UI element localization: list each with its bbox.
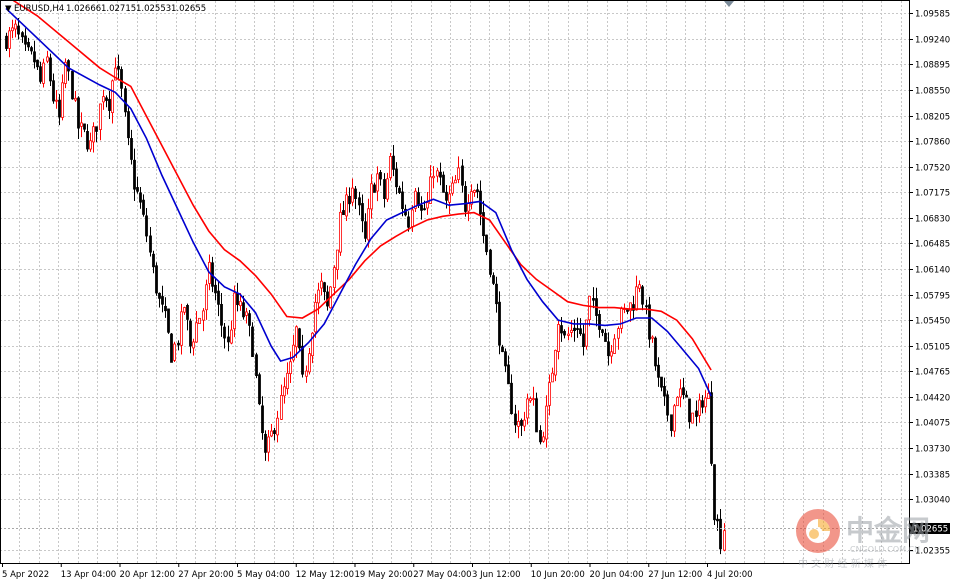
- price-tick-label: 1.05450: [915, 317, 950, 327]
- ohlc-open: 1.02666: [66, 4, 101, 14]
- ohlc-close: 1.02655: [171, 4, 206, 14]
- price-tick-label: 1.03385: [915, 471, 950, 481]
- candle[interactable]: [485, 234, 488, 256]
- candle[interactable]: [49, 53, 52, 86]
- price-tick-label: 1.08205: [915, 113, 950, 123]
- chart-window[interactable]: 1.09585 1.09240 1.08895 1.08550 1.08205 1.078…: [0, 0, 954, 581]
- candle[interactable]: [535, 392, 538, 433]
- time-tick-label: 5 Apr 2022: [2, 570, 49, 580]
- price-tick-label: 1.08895: [915, 61, 950, 71]
- time-tick-label: 10 Jun 20:00: [531, 570, 585, 580]
- candle[interactable]: [414, 187, 417, 213]
- watermark-logo-icon: [796, 509, 840, 553]
- price-tick-label: 1.04420: [915, 394, 950, 404]
- time-tick-label: 13 Apr 04:00: [61, 570, 116, 580]
- price-tick-label: 1.06140: [915, 266, 950, 276]
- time-tick-label: 27 Jun 12:00: [648, 570, 702, 580]
- candle[interactable]: [167, 308, 170, 334]
- price-tick-label: 1.04075: [915, 419, 950, 429]
- price-tick-label: 1.09240: [915, 36, 950, 46]
- candle[interactable]: [251, 322, 254, 357]
- candle[interactable]: [198, 317, 201, 325]
- menu-arrow-icon[interactable]: ▼: [5, 4, 12, 14]
- chart-symbol-label: EURUSD,H4: [14, 4, 64, 14]
- price-tick-label: 1.09585: [915, 10, 950, 20]
- candle[interactable]: [713, 464, 716, 526]
- price-tick-label: 1.07860: [915, 138, 950, 148]
- watermark-subtitle: 中 文 财 经 新 媒 体: [798, 557, 887, 570]
- candle[interactable]: [676, 396, 679, 407]
- price-tick-label: 1.04765: [915, 368, 950, 378]
- price-tick-label: 1.07520: [915, 164, 950, 174]
- price-tick-label: 1.03040: [915, 496, 950, 506]
- time-tick-label: 19 May 20:00: [355, 570, 413, 580]
- price-tick-label: 1.07175: [915, 189, 950, 199]
- candle[interactable]: [258, 372, 261, 406]
- candle[interactable]: [155, 262, 158, 296]
- ohlc-high: 1.02715: [101, 4, 136, 14]
- watermark-domain: CNGOLD.COM.CN: [850, 545, 920, 554]
- price-tick-label: 1.02355: [915, 547, 950, 557]
- time-tick-label: 4 Jul 20:00: [707, 570, 753, 580]
- candle[interactable]: [64, 58, 67, 89]
- candle[interactable]: [71, 69, 74, 100]
- time-tick-label: 12 May 12:00: [296, 570, 354, 580]
- candle[interactable]: [654, 336, 657, 371]
- price-tick-label: 1.06830: [915, 215, 950, 225]
- price-tick-label: 1.06485: [915, 240, 950, 250]
- chart-svg[interactable]: 1.09585 1.09240 1.08895 1.08550 1.08205 1.078…: [0, 0, 954, 581]
- candle[interactable]: [173, 341, 176, 362]
- candle[interactable]: [42, 58, 45, 88]
- time-tick-label: 3 Jun 12:00: [472, 570, 521, 580]
- time-tick-label: 20 Jun 04:00: [590, 570, 644, 580]
- price-tick-label: 1.05795: [915, 292, 950, 302]
- candle[interactable]: [298, 327, 301, 352]
- candle[interactable]: [255, 352, 258, 379]
- chart-background: [0, 0, 954, 581]
- watermark-title: 中金网: [846, 514, 930, 547]
- candle[interactable]: [389, 152, 392, 181]
- time-tick-label: 5 May 04:00: [237, 570, 290, 580]
- ohlc-low: 1.02553: [136, 4, 171, 14]
- candle[interactable]: [170, 333, 173, 363]
- price-tick-label: 1.03730: [915, 445, 950, 455]
- time-tick-label: 27 Apr 20:00: [178, 570, 233, 580]
- candle[interactable]: [691, 412, 694, 424]
- price-tick-label: 1.05105: [915, 343, 950, 353]
- candle[interactable]: [464, 181, 467, 217]
- chart-header: ▼ EURUSD,H4 1.02666 1.02715 1.02553 1.02…: [5, 4, 206, 14]
- time-tick-label: 20 Apr 12:00: [120, 570, 175, 580]
- time-tick-label: 27 May 04:00: [413, 570, 471, 580]
- candle[interactable]: [489, 248, 492, 278]
- price-tick-label: 1.08550: [915, 87, 950, 97]
